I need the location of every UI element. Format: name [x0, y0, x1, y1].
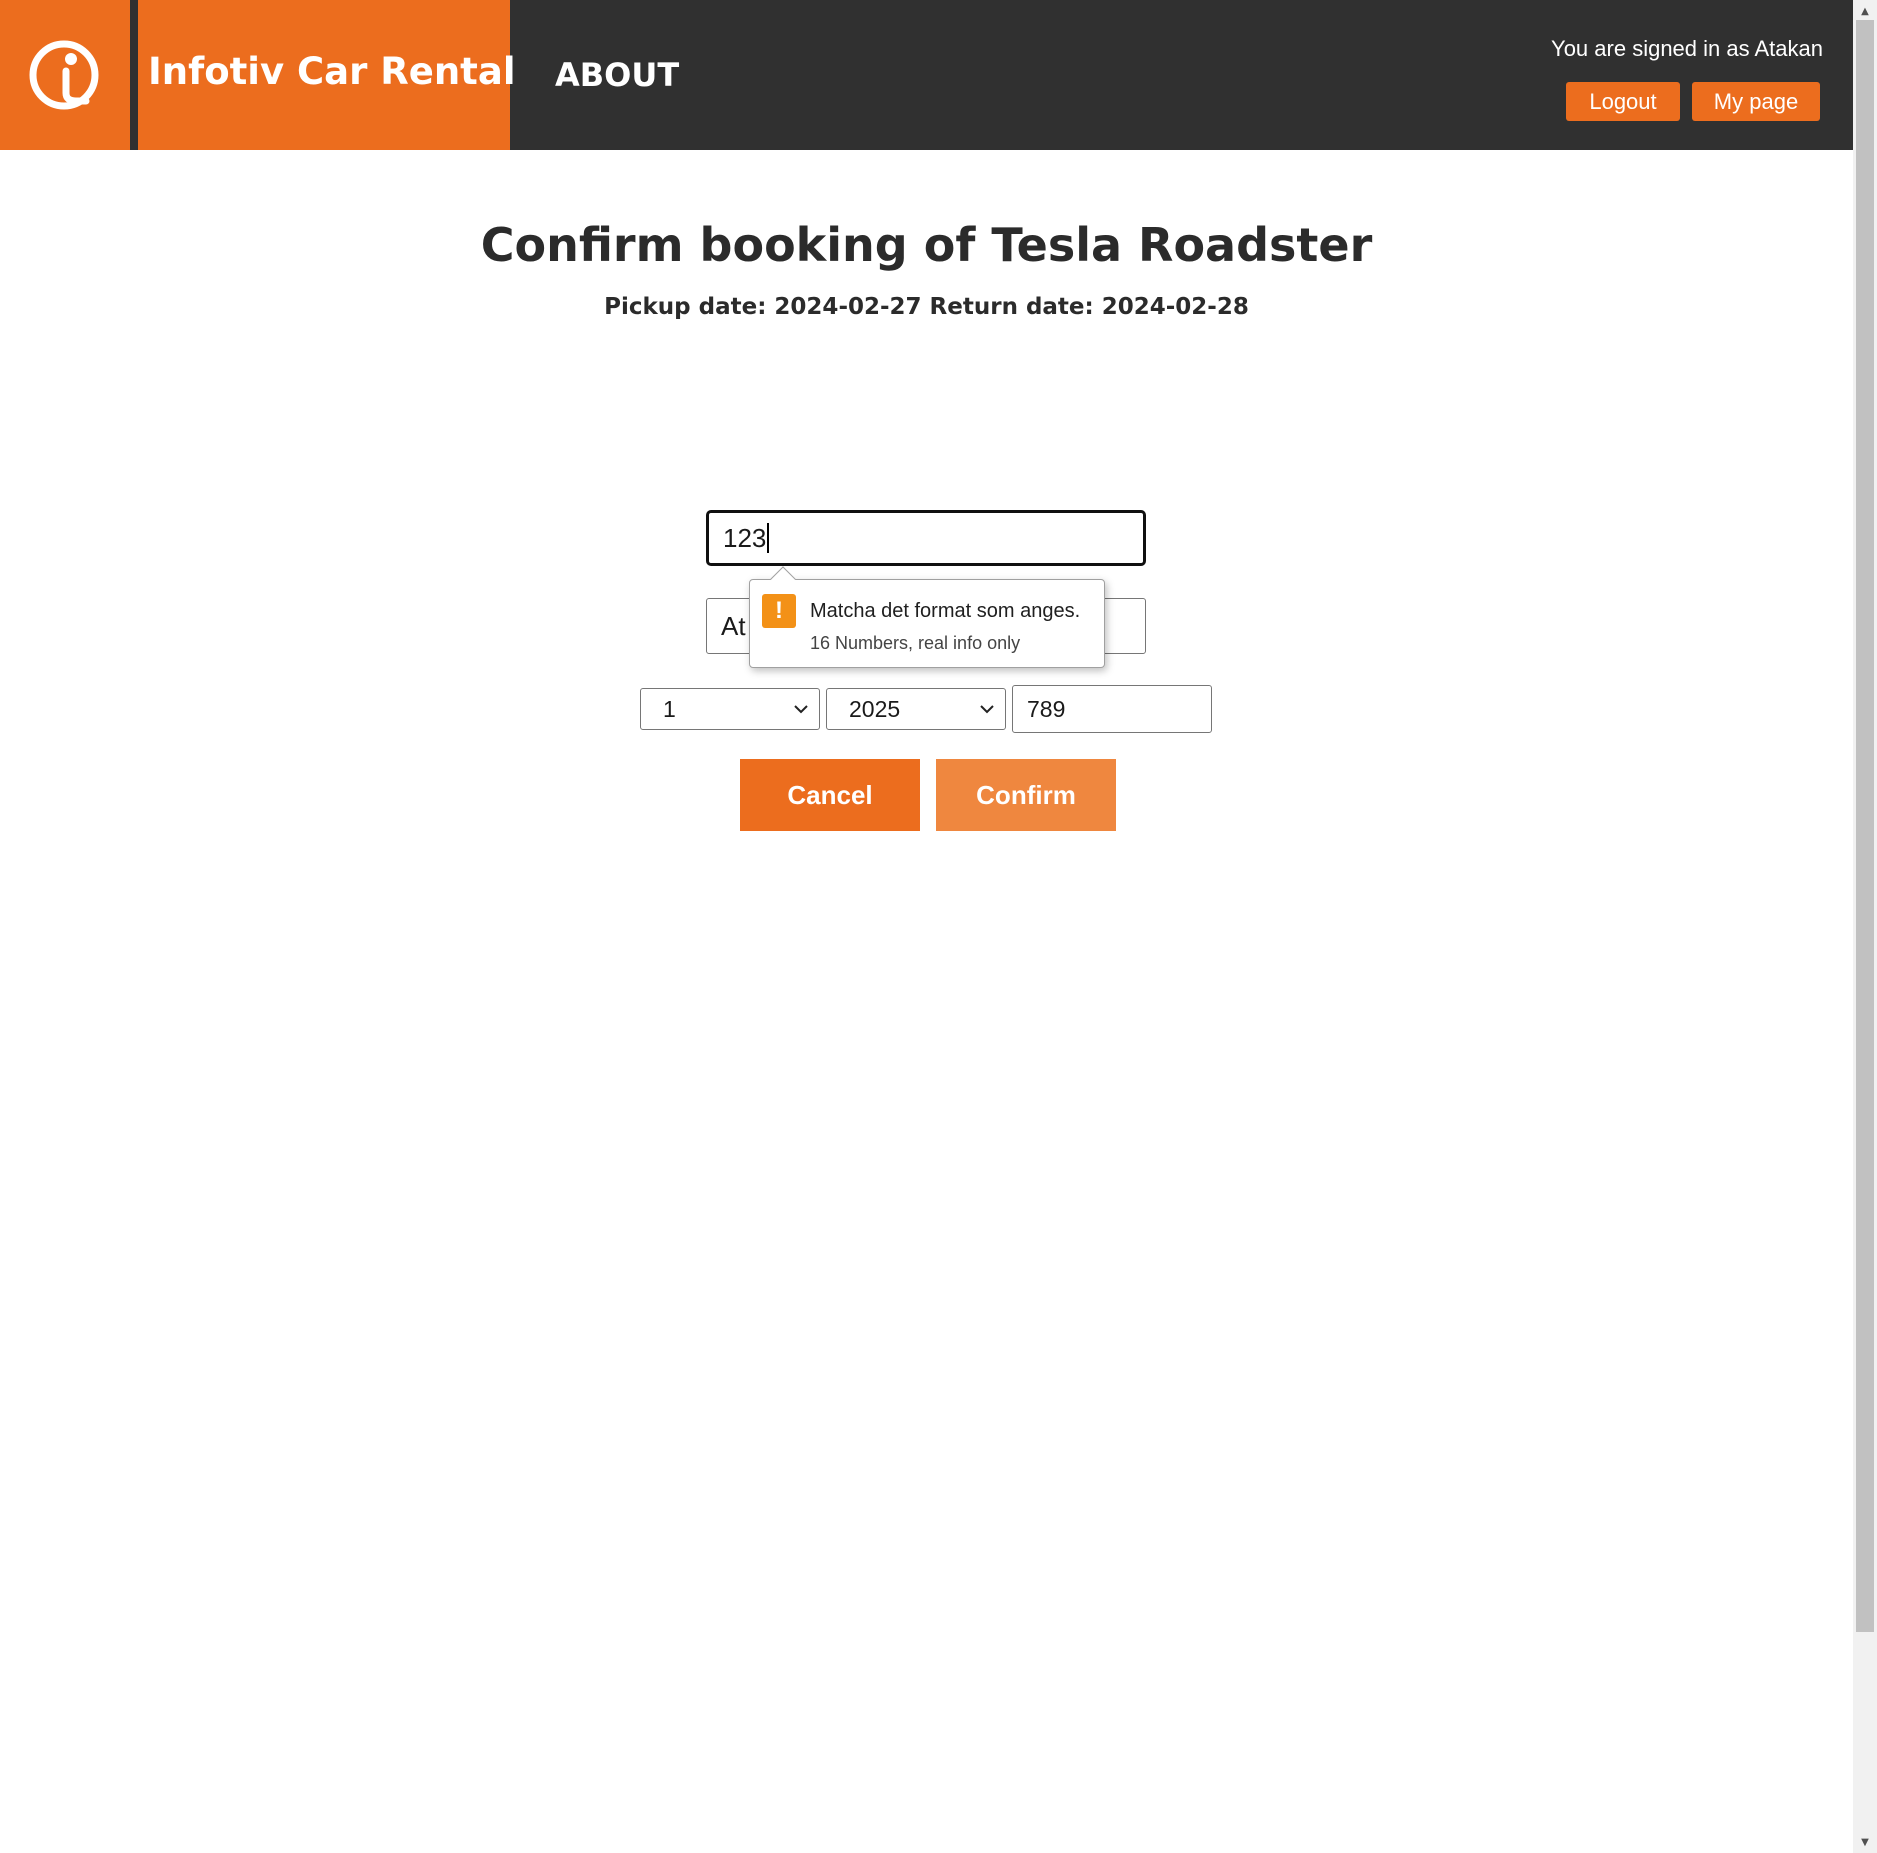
my-page-button[interactable]: My page — [1692, 82, 1820, 121]
confirm-button[interactable]: Confirm — [936, 759, 1116, 831]
expiry-year-select[interactable]: 2025 — [826, 688, 1006, 730]
chevron-down-icon — [794, 705, 808, 714]
page-title: Confirm booking of Tesla Roadster — [480, 218, 1373, 272]
booking-dates: Pickup date: 2024-02-27 Return date: 202… — [604, 294, 1249, 320]
tooltip-arrow — [770, 566, 796, 592]
scroll-down-icon[interactable]: ▼ — [1853, 1833, 1877, 1851]
cancel-button[interactable]: Cancel — [740, 759, 920, 831]
text-caret — [767, 523, 770, 553]
warning-exclamation-icon: ! — [762, 594, 796, 628]
signed-in-text: You are signed in as Atakan — [1551, 36, 1823, 61]
cvc-input[interactable]: 789 — [1012, 685, 1212, 733]
expiry-month-select[interactable]: 1 — [640, 688, 820, 730]
top-header: Infotiv Car Rental ABOUT You are signed … — [0, 0, 1853, 150]
expiry-month-value: 1 — [663, 695, 676, 722]
card-name-value: At — [721, 610, 746, 641]
chevron-down-icon — [980, 705, 994, 714]
brand-title: Infotiv Car Rental — [148, 49, 516, 93]
validation-tooltip: ! Matcha det format som anges. 16 Number… — [749, 566, 1105, 668]
info-i-logo-icon — [29, 40, 99, 110]
validation-hint: 16 Numbers, real info only — [810, 633, 1021, 653]
expiry-year-value: 2025 — [849, 695, 901, 722]
logo[interactable] — [0, 0, 130, 150]
scroll-up-icon[interactable]: ▲ — [1853, 2, 1877, 20]
card-number-input[interactable]: 123 — [706, 510, 1146, 566]
vertical-scrollbar[interactable]: ▲ ▼ — [1853, 0, 1877, 1853]
validation-message: Matcha det format som anges. — [810, 600, 1081, 622]
cvc-value: 789 — [1027, 695, 1066, 722]
card-number-value: 123 — [723, 522, 767, 553]
scrollbar-thumb[interactable] — [1856, 20, 1874, 1632]
nav-about-link[interactable]: ABOUT — [555, 56, 679, 94]
logo-divider — [130, 0, 138, 150]
brand-box[interactable]: Infotiv Car Rental — [138, 0, 516, 150]
logout-button[interactable]: Logout — [1566, 82, 1680, 121]
